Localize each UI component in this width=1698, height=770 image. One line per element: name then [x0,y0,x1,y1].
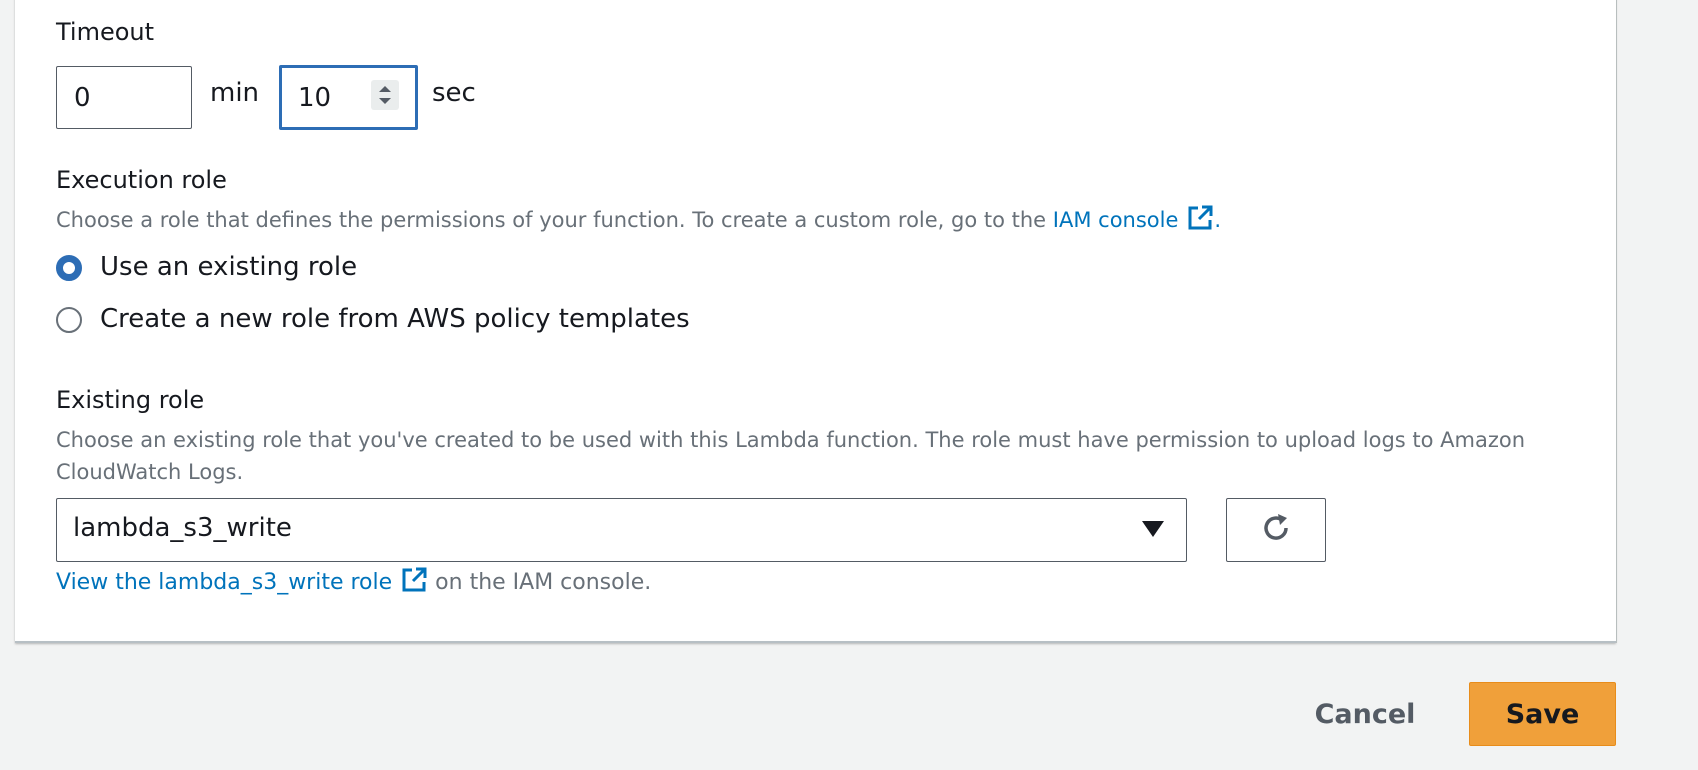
existing-role-select[interactable]: lambda_s3_write [56,498,1187,562]
existing-role-label: Existing role [56,386,205,414]
timeout-seconds-value: 10 [298,82,332,113]
refresh-roles-button[interactable] [1226,498,1326,562]
caret-down-icon[interactable] [1142,521,1164,541]
existing-role-description-line1: Choose an existing role that you've crea… [56,428,1526,452]
timeout-seconds-input[interactable]: 10 [279,65,418,130]
external-link-icon[interactable] [1186,204,1214,241]
timeout-minutes-value: 0 [74,82,91,113]
refresh-icon [1258,510,1294,550]
execution-role-label: Execution role [56,166,227,194]
spinner-arrows-icon[interactable] [371,80,399,110]
existing-role-selected-value: lambda_s3_write [73,513,292,543]
cancel-button[interactable]: Cancel [1300,682,1430,746]
seconds-unit-label: sec [432,78,476,108]
view-role-link[interactable]: View the lambda_s3_write role [56,570,392,595]
view-role-line: View the lambda_s3_write role on the IAM… [56,566,651,604]
existing-role-description-line2: CloudWatch Logs. [56,460,244,484]
external-link-icon[interactable] [400,566,428,604]
save-button[interactable]: Save [1469,682,1616,746]
timeout-label: Timeout [56,18,155,46]
minutes-unit-label: min [210,78,260,108]
timeout-minutes-input[interactable]: 0 [56,66,192,129]
use-existing-role-radio[interactable] [56,255,82,281]
execution-role-description: Choose a role that defines the permissio… [56,204,1221,241]
create-new-role-radio[interactable] [56,307,82,333]
use-existing-role-label[interactable]: Use an existing role [100,252,357,282]
execution-role-description-text: Choose a role that defines the permissio… [56,208,1047,232]
execution-role-trailing-period: . [1214,208,1222,232]
iam-console-link[interactable]: IAM console [1053,208,1179,232]
create-new-role-label[interactable]: Create a new role from AWS policy templa… [100,304,690,334]
view-role-suffix: on the IAM console. [435,570,652,595]
